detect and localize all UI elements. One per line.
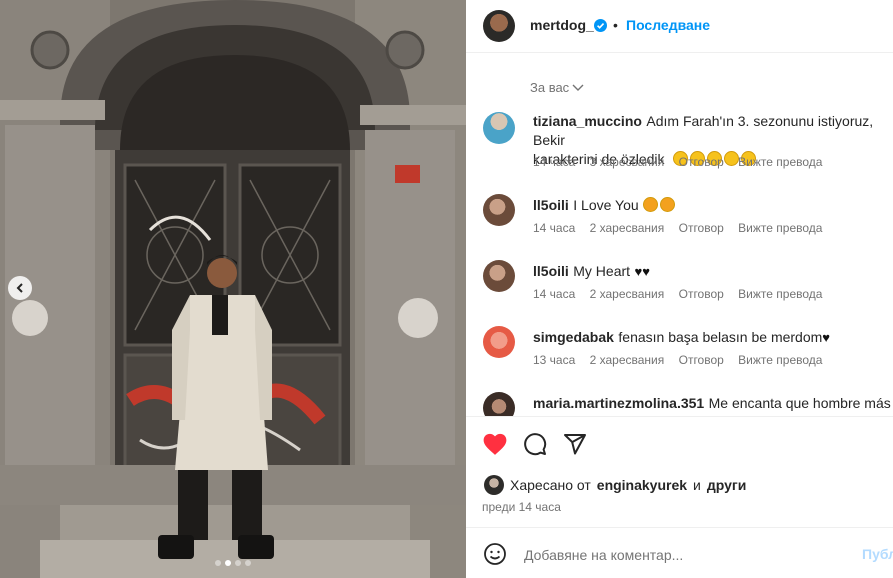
- comment-text: My Heart: [573, 263, 631, 279]
- comment-time[interactable]: 13 часа: [533, 353, 575, 367]
- reply-button[interactable]: Отговор: [679, 353, 724, 367]
- post-comment-button[interactable]: Публ: [862, 546, 893, 562]
- comment-avatar[interactable]: [483, 260, 515, 292]
- post-header: mertdog_ • Последване: [466, 0, 893, 53]
- liked-by-others[interactable]: други: [707, 477, 746, 493]
- comment-input-divider: [466, 527, 893, 528]
- comment-avatar[interactable]: [483, 112, 515, 144]
- comment-item: ll5oili My Heart ♥♥ 14 часа 2 харесвания…: [466, 260, 893, 320]
- liked-by-avatar[interactable]: [484, 475, 504, 495]
- photo-illustration: [0, 0, 466, 578]
- comment-likes[interactable]: 3 харесвания: [590, 155, 665, 169]
- translate-button[interactable]: Вижте превода: [738, 155, 822, 169]
- author-username[interactable]: mertdog_: [530, 17, 594, 33]
- comment-time[interactable]: 14 часа: [533, 155, 575, 169]
- header-separator: •: [613, 17, 618, 33]
- post-time-ago[interactable]: преди 14 часа: [482, 500, 561, 514]
- translate-button[interactable]: Вижте превода: [738, 221, 822, 235]
- comment-likes[interactable]: 2 харесвания: [590, 221, 665, 235]
- emoji-icon[interactable]: [483, 542, 507, 566]
- carousel-dot: [235, 560, 241, 566]
- carousel-dot: [245, 560, 251, 566]
- comment-input[interactable]: [522, 544, 846, 566]
- liked-by-row: Харесано от enginakyurek и други: [484, 475, 746, 495]
- actions-divider: [466, 416, 893, 417]
- translate-button[interactable]: Вижте превода: [738, 353, 822, 367]
- comment-item: simgedabak fenasın başa belasın be merdo…: [466, 326, 893, 386]
- comment-item: maria.martinezmolina.351 Me encanta que …: [466, 392, 893, 416]
- carousel-prev-button[interactable]: [8, 276, 32, 300]
- emoji-icon: [643, 197, 659, 212]
- author-avatar[interactable]: [483, 10, 515, 42]
- carousel-prev-icon: [16, 283, 23, 293]
- liked-by-and: и: [693, 477, 701, 493]
- comment-username[interactable]: simgedabak: [533, 329, 614, 345]
- comment-text: I Love You: [573, 197, 639, 213]
- comment-avatar[interactable]: [483, 392, 515, 416]
- comment-username[interactable]: ll5oili: [533, 197, 569, 213]
- comment-icon[interactable]: [523, 432, 547, 456]
- heart-icon[interactable]: [482, 432, 508, 456]
- comment-time[interactable]: 14 часа: [533, 221, 575, 235]
- emoji-icon: [660, 197, 676, 212]
- comment-item: ll5oili I Love You 14 часа 2 харесвания …: [466, 194, 893, 254]
- share-icon[interactable]: [563, 432, 587, 456]
- comment-text: fenasın başa belasın be merdom: [618, 329, 823, 345]
- comment-text: Me encanta que hombre más: [708, 395, 891, 411]
- black-heart-icon: ♥: [822, 330, 831, 345]
- reply-button[interactable]: Отговор: [679, 287, 724, 301]
- comment-likes[interactable]: 2 харесвания: [590, 353, 665, 367]
- black-heart-icon: ♥♥: [634, 264, 650, 279]
- verified-badge-icon: [594, 19, 607, 32]
- reply-button[interactable]: Отговор: [679, 155, 724, 169]
- liked-by-user[interactable]: enginakyurek: [597, 477, 687, 493]
- comment-item: tiziana_muccino Adım Farah'ın 3. sezonun…: [466, 112, 893, 172]
- follow-button[interactable]: Последване: [626, 17, 710, 33]
- carousel-dots: [0, 560, 466, 566]
- carousel-dot: [225, 560, 231, 566]
- post-side-panel: mertdog_ • Последване За вас tiziana_muc…: [466, 0, 893, 578]
- comment-username[interactable]: maria.martinezmolina.351: [533, 395, 704, 411]
- comment-time[interactable]: 14 часа: [533, 287, 575, 301]
- liked-by-prefix: Харесано от: [510, 477, 591, 493]
- comment-username[interactable]: ll5oili: [533, 263, 569, 279]
- reply-button[interactable]: Отговор: [679, 221, 724, 235]
- carousel-dot: [215, 560, 221, 566]
- chevron-down-icon: [572, 84, 584, 91]
- comment-sort-label: За вас: [530, 80, 570, 95]
- comment-sort-toggle[interactable]: За вас: [530, 80, 584, 95]
- comment-avatar[interactable]: [483, 194, 515, 226]
- post-photo: [0, 0, 466, 578]
- translate-button[interactable]: Вижте превода: [738, 287, 822, 301]
- comment-likes[interactable]: 2 харесвания: [590, 287, 665, 301]
- comment-avatar[interactable]: [483, 326, 515, 358]
- comment-username[interactable]: tiziana_muccino: [533, 113, 642, 129]
